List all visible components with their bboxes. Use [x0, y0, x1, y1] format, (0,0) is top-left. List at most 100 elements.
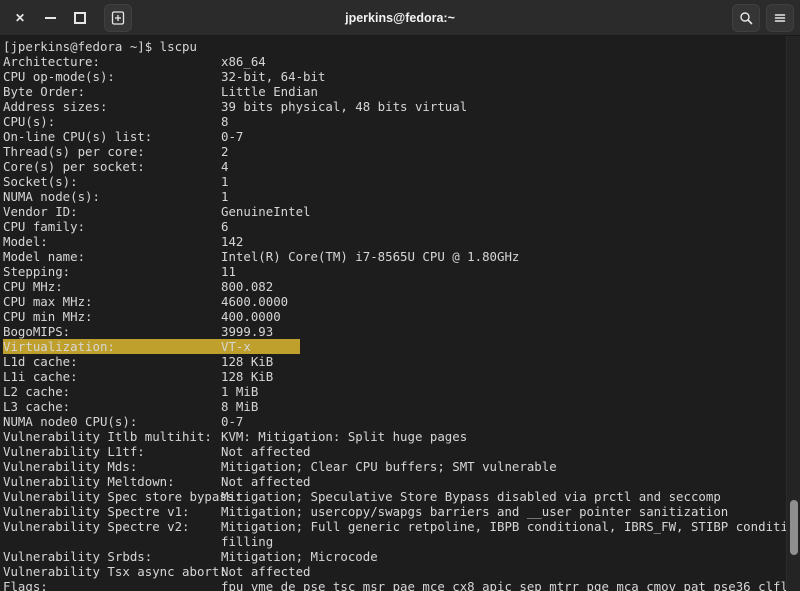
terminal-line: On-line CPU(s) list:0-7 — [3, 129, 800, 144]
output-label: Vulnerability Spectre v2: — [3, 519, 221, 534]
output-value: 142 — [221, 234, 243, 249]
output-label: L1d cache: — [3, 354, 221, 369]
output-value: 4 — [221, 159, 228, 174]
output-label: Vulnerability L1tf: — [3, 444, 221, 459]
output-label: Flags: — [3, 579, 221, 591]
output-label: BogoMIPS: — [3, 324, 221, 339]
output-value: 8 MiB — [221, 399, 258, 414]
new-tab-button[interactable] — [104, 4, 132, 32]
terminal-line: filling — [3, 534, 800, 549]
output-value: Not affected — [221, 444, 311, 459]
output-label: Vulnerability Spec store bypass: — [3, 489, 221, 504]
output-label: Model name: — [3, 249, 221, 264]
output-label: Core(s) per socket: — [3, 159, 221, 174]
scrollbar-track[interactable] — [786, 36, 800, 591]
close-button[interactable] — [6, 5, 34, 31]
output-label: Vulnerability Itlb multihit: — [3, 429, 221, 444]
terminal-line: CPU family:6 — [3, 219, 800, 234]
output-label: On-line CPU(s) list: — [3, 129, 221, 144]
output-label: L3 cache: — [3, 399, 221, 414]
terminal-line: NUMA node(s):1 — [3, 189, 800, 204]
output-value: 32-bit, 64-bit — [221, 69, 325, 84]
output-label: Thread(s) per core: — [3, 144, 221, 159]
search-button[interactable] — [732, 4, 760, 32]
maximize-icon — [74, 12, 86, 24]
window-controls-right — [732, 4, 794, 32]
terminal-line: Stepping:11 — [3, 264, 800, 279]
terminal-line: Vulnerability Meltdown:Not affected — [3, 474, 800, 489]
output-value: Mitigation; Full generic retpoline, IBPB… — [221, 519, 800, 534]
terminal-line: Vulnerability Tsx async abort:Not affect… — [3, 564, 800, 579]
terminal-line: NUMA node0 CPU(s):0-7 — [3, 414, 800, 429]
output-value: 0-7 — [221, 414, 243, 429]
terminal-screen[interactable]: [jperkins@fedora ~]$ lscpuArchitecture:x… — [3, 39, 800, 591]
terminal-line: L1i cache:128 KiB — [3, 369, 800, 384]
output-value: 4600.0000 — [221, 294, 288, 309]
terminal-line: Core(s) per socket:4 — [3, 159, 800, 174]
terminal-line: CPU min MHz:400.0000 — [3, 309, 800, 324]
output-value: 1 MiB — [221, 384, 258, 399]
output-value: 128 KiB — [221, 369, 273, 384]
output-value: Mitigation; usercopy/swapgs barriers and… — [221, 504, 728, 519]
title-bar: jperkins@fedora:~ — [0, 0, 800, 36]
output-value: 8 — [221, 114, 228, 129]
terminal-body[interactable]: [jperkins@fedora ~]$ lscpuArchitecture:x… — [0, 36, 800, 591]
output-value: 128 KiB — [221, 354, 273, 369]
terminal-line: L2 cache:1 MiB — [3, 384, 800, 399]
terminal-line: Vendor ID:GenuineIntel — [3, 204, 800, 219]
output-label: Stepping: — [3, 264, 221, 279]
terminal-line: Byte Order:Little Endian — [3, 84, 800, 99]
output-value: Not affected — [221, 564, 311, 579]
shell-prompt: [jperkins@fedora ~]$ lscpu — [3, 39, 197, 54]
terminal-line: Vulnerability Mds:Mitigation; Clear CPU … — [3, 459, 800, 474]
output-value: KVM: Mitigation: Split huge pages — [221, 429, 467, 444]
output-label: Model: — [3, 234, 221, 249]
minimize-button[interactable] — [36, 5, 64, 31]
scrollbar-thumb[interactable] — [790, 500, 798, 555]
terminal-line: CPU(s):8 — [3, 114, 800, 129]
terminal-line: Socket(s):1 — [3, 174, 800, 189]
output-label: L1i cache: — [3, 369, 221, 384]
terminal-line: Vulnerability Itlb multihit:KVM: Mitigat… — [3, 429, 800, 444]
output-value: Mitigation; Speculative Store Bypass dis… — [221, 489, 721, 504]
terminal-line: L1d cache:128 KiB — [3, 354, 800, 369]
terminal-line: CPU max MHz:4600.0000 — [3, 294, 800, 309]
output-label: NUMA node0 CPU(s): — [3, 414, 221, 429]
output-label: NUMA node(s): — [3, 189, 221, 204]
maximize-button[interactable] — [66, 5, 94, 31]
output-value: 3999.93 — [221, 324, 273, 339]
search-icon — [739, 11, 753, 25]
output-value: Mitigation; Microcode — [221, 549, 378, 564]
terminal-line: BogoMIPS:3999.93 — [3, 324, 800, 339]
close-icon — [15, 10, 25, 25]
terminal-line: CPU op-mode(s):32-bit, 64-bit — [3, 69, 800, 84]
output-value: Mitigation; Clear CPU buffers; SMT vulne… — [221, 459, 557, 474]
output-label: Socket(s): — [3, 174, 221, 189]
output-value: Intel(R) Core(TM) i7-8565U CPU @ 1.80GHz — [221, 249, 519, 264]
terminal-line: Vulnerability L1tf:Not affected — [3, 444, 800, 459]
terminal-line: Vulnerability Spectre v2:Mitigation; Ful… — [3, 519, 800, 534]
menu-button[interactable] — [766, 4, 794, 32]
output-value: 400.0000 — [221, 309, 281, 324]
output-value: x86_64 — [221, 54, 266, 69]
output-label: CPU(s): — [3, 114, 221, 129]
output-label: CPU max MHz: — [3, 294, 221, 309]
output-value: 6 — [221, 219, 228, 234]
output-label: Vulnerability Meltdown: — [3, 474, 221, 489]
new-tab-icon — [111, 11, 125, 25]
terminal-line: Virtualization:VT-x — [3, 339, 300, 354]
output-label: Vulnerability Srbds: — [3, 549, 221, 564]
output-label: Vulnerability Spectre v1: — [3, 504, 221, 519]
terminal-prompt-line: [jperkins@fedora ~]$ lscpu — [3, 39, 800, 54]
output-label: Vendor ID: — [3, 204, 221, 219]
output-value: 1 — [221, 189, 228, 204]
output-value: Little Endian — [221, 84, 318, 99]
terminal-line: Architecture:x86_64 — [3, 54, 800, 69]
output-value: 0-7 — [221, 129, 243, 144]
output-value: 800.082 — [221, 279, 273, 294]
terminal-line: Vulnerability Spec store bypass:Mitigati… — [3, 489, 800, 504]
output-value: Not affected — [221, 474, 311, 489]
terminal-line: Model:142 — [3, 234, 800, 249]
output-label: CPU MHz: — [3, 279, 221, 294]
terminal-line: Vulnerability Spectre v1:Mitigation; use… — [3, 504, 800, 519]
